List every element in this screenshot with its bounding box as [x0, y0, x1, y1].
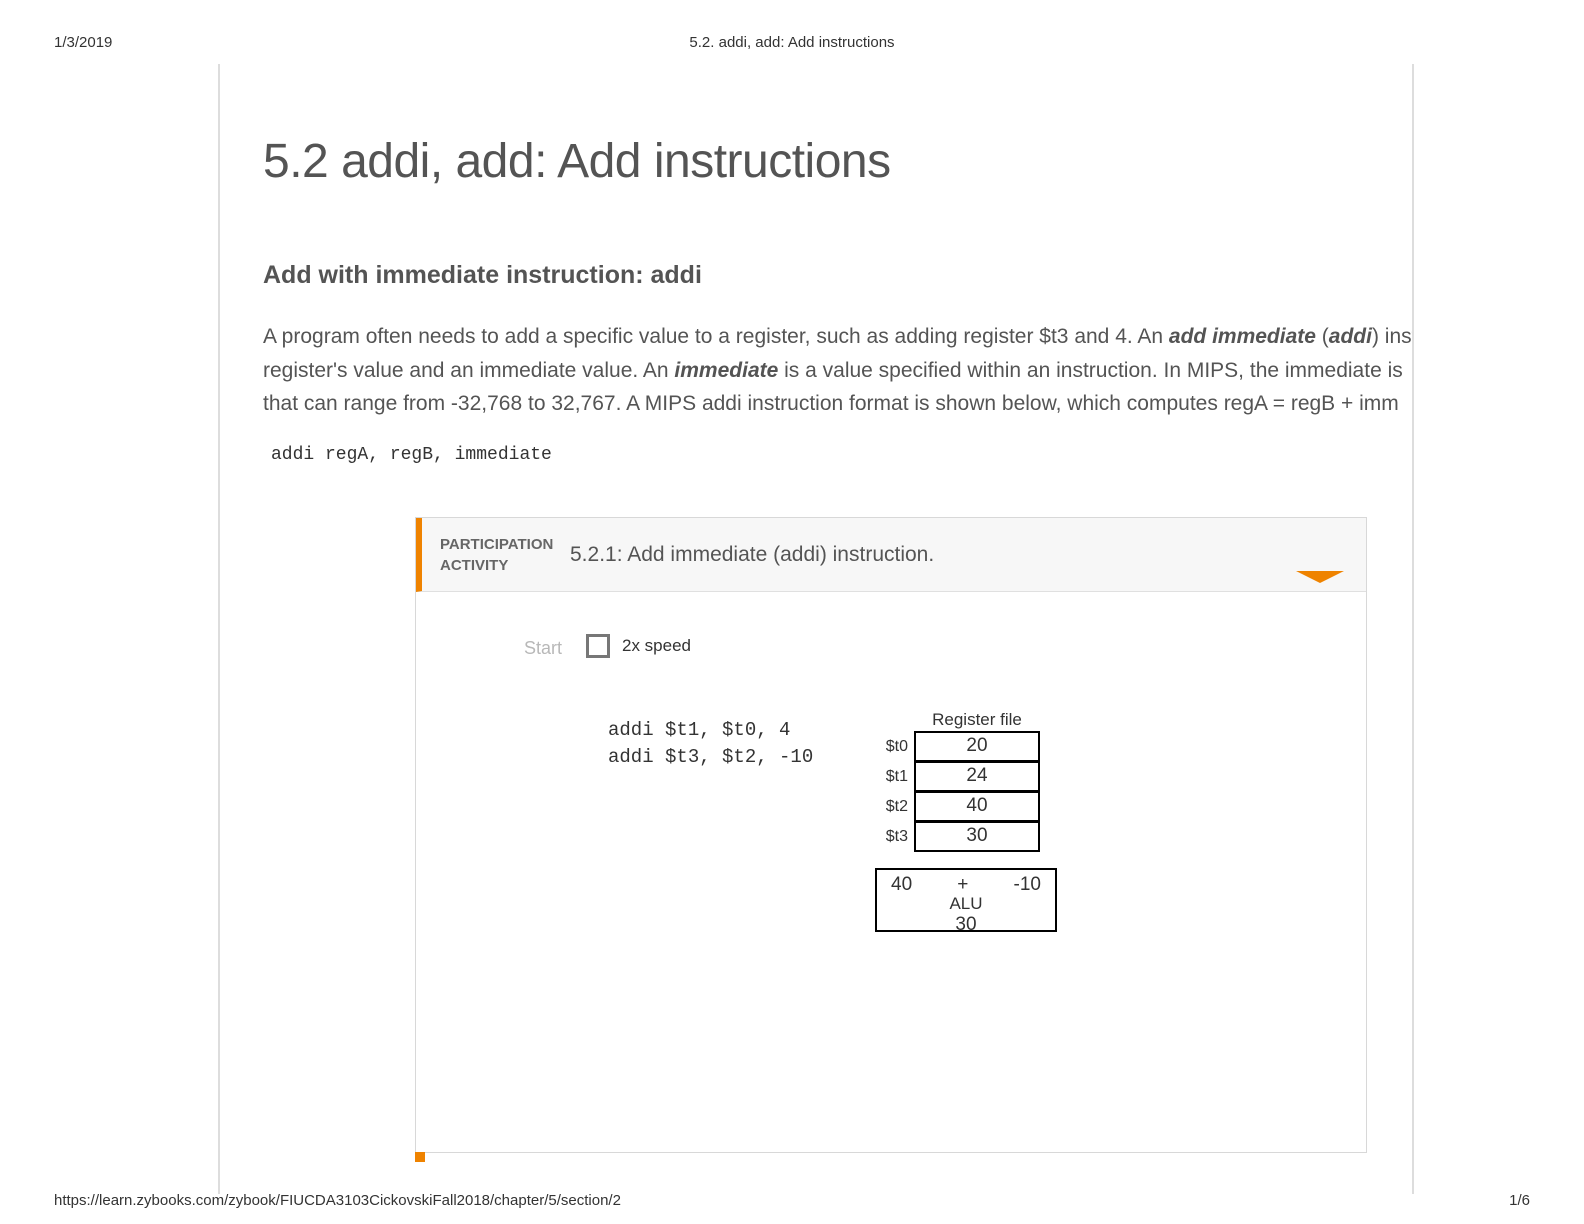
alu-result: 30	[877, 914, 1055, 936]
alu-operator: +	[957, 874, 968, 896]
footer-page-number: 1/6	[1509, 1192, 1530, 1209]
term-immediate: immediate	[674, 359, 778, 382]
register-file: Register file $t0 20 $t1 24 $t2 40 $t3 3…	[872, 710, 1040, 852]
activity-label-line1: PARTICIPATION	[440, 536, 553, 553]
register-value: 40	[914, 791, 1040, 822]
register-label: $t3	[872, 828, 914, 846]
alu-box: 40 + -10 ALU 30	[875, 868, 1057, 932]
register-value: 20	[914, 731, 1040, 762]
register-row: $t0 20	[872, 732, 1040, 762]
term-add-immediate: add immediate	[1169, 325, 1316, 348]
page-content: 5.2 addi, add: Add instructions Add with…	[218, 64, 1414, 1194]
footer-url: https://learn.zybooks.com/zybook/FIUCDA3…	[54, 1192, 621, 1209]
para-text: is a value specified within an instructi…	[778, 359, 1402, 382]
para-text: A program often needs to add a specific …	[263, 325, 1169, 348]
page-title: 5.2 addi, add: Add instructions	[263, 134, 1412, 189]
register-label: $t0	[872, 738, 914, 756]
alu-left-operand: 40	[891, 874, 912, 896]
register-value: 24	[914, 761, 1040, 792]
body-paragraph: A program often needs to add a specific …	[263, 320, 1412, 421]
para-text: that can range from -32,768 to 32,767. A…	[263, 392, 1399, 415]
register-row: $t3 30	[872, 822, 1040, 852]
section-subheading: Add with immediate instruction: addi	[263, 261, 1412, 290]
print-header-title: 5.2. addi, add: Add instructions	[0, 34, 1584, 51]
speed-control: 2x speed	[586, 634, 691, 658]
alu-inputs: 40 + -10	[877, 870, 1055, 896]
orange-marker	[415, 1152, 425, 1162]
participation-activity: PARTICIPATION ACTIVITY 5.2.1: Add immedi…	[415, 517, 1367, 1153]
activity-label: PARTICIPATION ACTIVITY	[440, 534, 570, 576]
speed-checkbox[interactable]	[586, 634, 610, 658]
register-row: $t1 24	[872, 762, 1040, 792]
chevron-down-icon[interactable]	[1296, 571, 1344, 583]
activity-title: 5.2.1: Add immediate (addi) instruction.	[570, 543, 934, 567]
register-value: 30	[914, 821, 1040, 852]
assembly-code: addi $t1, $t0, 4 addi $t3, $t2, -10	[608, 717, 813, 770]
register-label: $t2	[872, 798, 914, 816]
register-row: $t2 40	[872, 792, 1040, 822]
activity-header: PARTICIPATION ACTIVITY 5.2.1: Add immedi…	[416, 518, 1366, 592]
register-file-title: Register file	[914, 710, 1040, 730]
alu-right-operand: -10	[1014, 874, 1041, 896]
para-text: register's value and an immediate value.…	[263, 359, 674, 382]
term-addi: addi	[1329, 325, 1372, 348]
activity-label-line2: ACTIVITY	[440, 557, 508, 574]
speed-label: 2x speed	[622, 636, 691, 656]
para-text: ) inst	[1372, 325, 1414, 348]
code-snippet: addi regA, regB, immediate	[263, 439, 1412, 465]
alu-label: ALU	[877, 894, 1055, 914]
activity-body: Start 2x speed addi $t1, $t0, 4 addi $t3…	[416, 592, 1366, 1152]
register-label: $t1	[872, 768, 914, 786]
para-text: (	[1316, 325, 1329, 348]
start-button[interactable]: Start	[524, 638, 562, 659]
